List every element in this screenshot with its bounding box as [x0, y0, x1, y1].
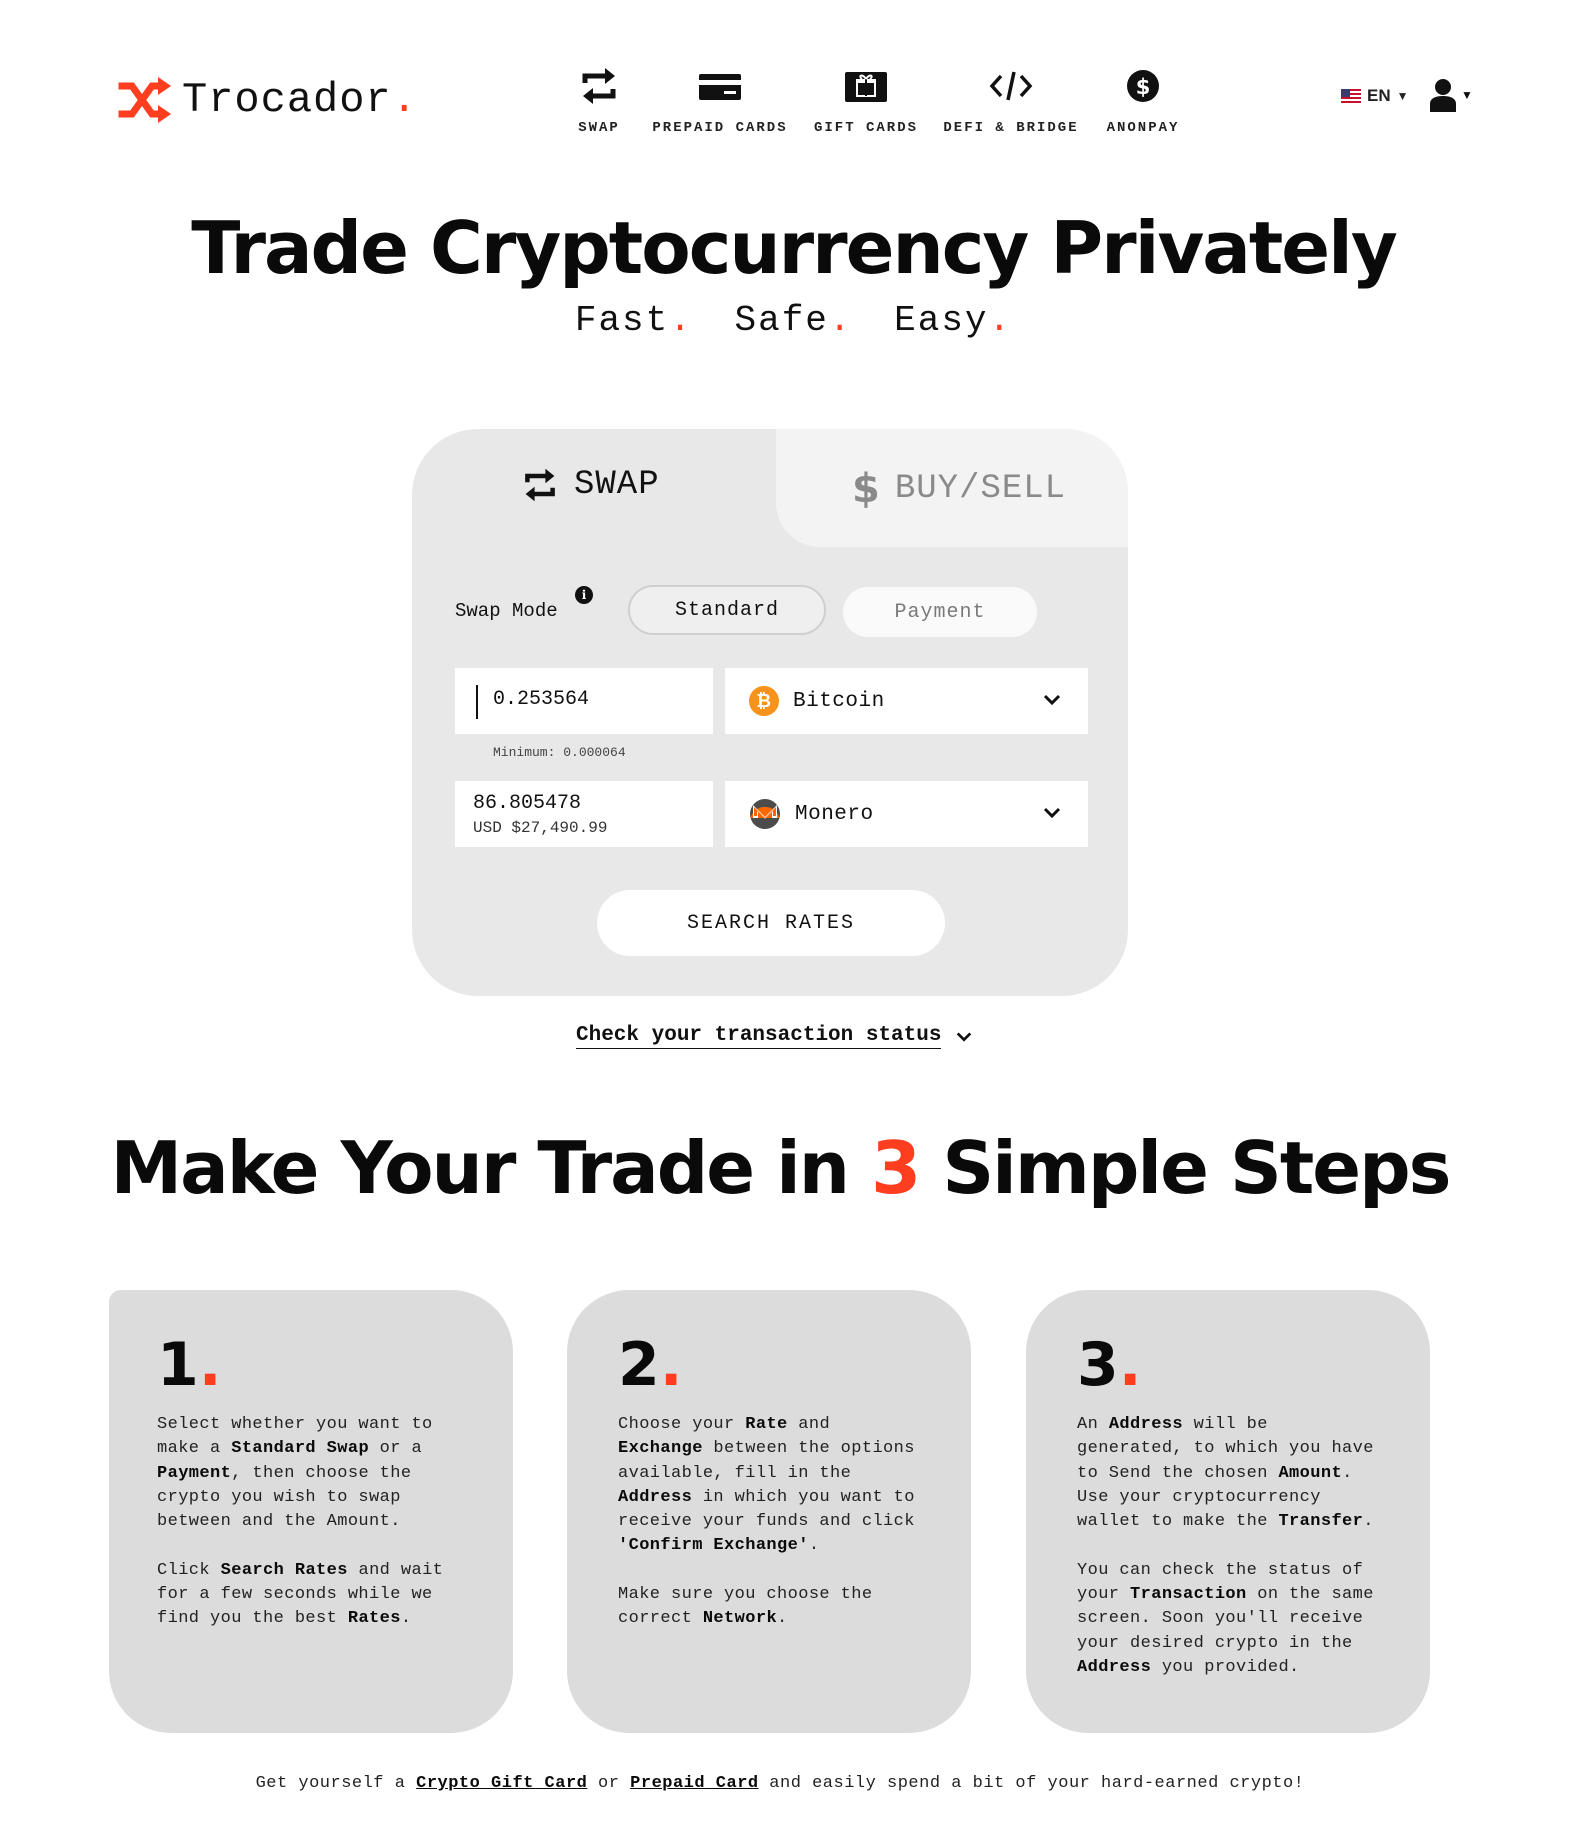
- shuffle-logo-icon: [118, 77, 171, 123]
- caret-down-icon: ▼: [1461, 88, 1473, 102]
- hero-subtitle: Fast. Safe. Easy.: [574, 300, 1013, 341]
- step-number: 1.: [157, 1330, 222, 1400]
- check-transaction-status[interactable]: Check your transaction status: [576, 1024, 973, 1049]
- swap-icon: [525, 468, 555, 502]
- dollar-coin-icon: $: [1127, 70, 1159, 102]
- account-menu[interactable]: ▼: [1429, 78, 1473, 112]
- nav-swap[interactable]: SWAP: [573, 66, 625, 136]
- step-description: An Address will be generated, to which y…: [1077, 1415, 1374, 1677]
- send-coin-select[interactable]: ₿ Bitcoin: [725, 668, 1088, 734]
- svg-text:$: $: [1136, 75, 1151, 99]
- text-cursor: [476, 685, 478, 719]
- receive-coin-select[interactable]: Monero: [725, 781, 1088, 847]
- us-flag-icon: [1341, 89, 1361, 103]
- prepaid-card-link[interactable]: Prepaid Card: [630, 1774, 758, 1793]
- bitcoin-icon: ₿: [749, 686, 779, 716]
- mode-standard-button[interactable]: Standard: [628, 585, 826, 635]
- monero-icon: [750, 799, 780, 829]
- user-icon: [1430, 79, 1456, 112]
- chevron-down-icon: [957, 1031, 972, 1042]
- card-icon: [699, 74, 741, 100]
- crypto-gift-card-link[interactable]: Crypto Gift Card: [416, 1774, 587, 1793]
- brand-logo[interactable]: Trocador.: [118, 76, 418, 124]
- step-number: 3.: [1077, 1330, 1142, 1400]
- caret-down-icon: ▼: [1396, 89, 1409, 103]
- nav-prepaid-cards[interactable]: PREPAID CARDS: [652, 66, 787, 136]
- tab-buy-sell[interactable]: $ BUY/SELL: [852, 466, 1066, 512]
- step-card-3: 3. An Address will be generated, to whic…: [1026, 1290, 1430, 1733]
- step-number: 2.: [618, 1330, 683, 1400]
- hero-title: Trade Cryptocurrency Privately: [191, 206, 1398, 290]
- steps-title: Make Your Trade in 3 Simple Steps: [110, 1126, 1451, 1210]
- language-selector[interactable]: EN ▼: [1341, 86, 1409, 106]
- step-card-2: 2. Choose your Rate and Exchange between…: [567, 1290, 971, 1733]
- swap-mode-label: Swap Mode: [455, 600, 558, 622]
- nav-anonpay[interactable]: $ ANONPAY: [1107, 66, 1178, 136]
- gift-icon: [845, 72, 887, 102]
- info-icon[interactable]: i: [575, 586, 593, 604]
- step-card-1: 1. Select whether you want to make a Sta…: [109, 1290, 513, 1733]
- swap-icon: [582, 68, 616, 104]
- nav-defi-bridge[interactable]: DEFI & BRIDGE: [943, 66, 1077, 136]
- footer-promo: Get yourself a Crypto Gift Card or Prepa…: [255, 1774, 1305, 1793]
- nav-gift-cards[interactable]: GIFT CARDS: [814, 66, 917, 136]
- receive-amount-field[interactable]: 86.805478 USD $27,490.99: [455, 781, 713, 847]
- brand-name: Trocador.: [182, 76, 418, 124]
- chevron-down-icon: [1043, 694, 1061, 706]
- code-icon: [989, 71, 1033, 101]
- dollar-icon: $: [852, 466, 881, 512]
- chevron-down-icon: [1043, 807, 1061, 819]
- search-rates-button[interactable]: SEARCH RATES: [597, 890, 945, 956]
- send-amount-input[interactable]: 0.253564: [455, 668, 713, 734]
- minimum-amount: Minimum: 0.000064: [493, 745, 626, 760]
- tab-swap[interactable]: SWAP: [520, 466, 660, 504]
- step-description: Choose your Rate and Exchange between th…: [618, 1415, 915, 1629]
- mode-payment-button[interactable]: Payment: [843, 587, 1037, 637]
- step-description: Select whether you want to make a Standa…: [157, 1415, 444, 1629]
